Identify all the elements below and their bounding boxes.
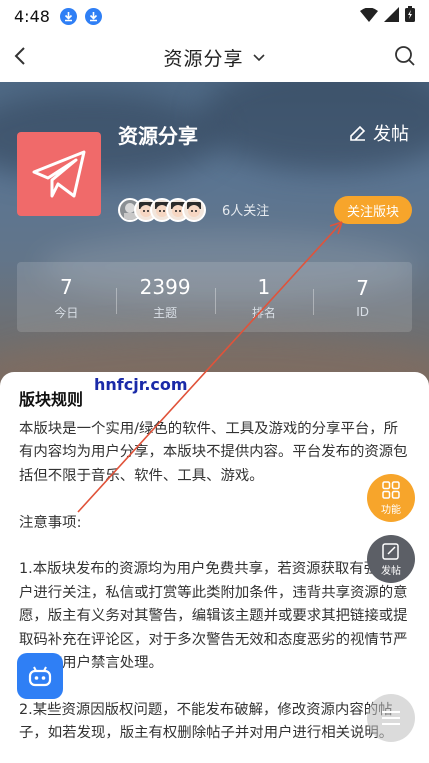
forum-rules-panel: 版块规则 hnfcjr.com 本版块是一个实用/绿色的软件、工具及游戏的分享平… [0,372,429,763]
avatar [182,198,206,222]
status-time: 4:48 [14,6,50,26]
rules-paragraph: 1.本版块发布的资源均为用户免费共享，若资源获取有强制用户进行关注，私信或打赏等… [19,561,408,672]
function-button[interactable]: 功能 [367,474,415,522]
stat-value: 7 [356,276,369,300]
robot-icon [28,666,52,687]
back-arrow-icon[interactable] [10,44,32,72]
follower-avatars[interactable] [118,198,206,222]
rules-paragraph: 2.某些资源因版权问题，不能发布破解，修改资源内容的帖子，如若发现，版主有权删除… [19,701,394,742]
floating-post-label: 发帖 [381,565,401,577]
stat-label: ID [356,305,370,319]
rules-title: 版块规则 [19,390,84,409]
stat-value: 2399 [139,274,191,299]
watermark: hnfcjr.com [94,375,188,394]
stat-today: 7 今日 [17,274,116,321]
forum-hero: 资源分享 发帖 6人关注 关注版块 7 今日 2399 主题 1 排名 7 ID [0,82,429,402]
function-label: 功能 [381,504,401,516]
rules-content: 本版块是一个实用/绿色的软件、工具及游戏的分享平台，所有内容均为用户分享，本版块… [19,418,411,746]
edit-pen-icon [350,125,366,141]
floating-post-button[interactable]: 发帖 [367,535,415,583]
download-icon [84,7,102,25]
new-post-button[interactable]: 发帖 [349,120,409,146]
stat-id: 7 ID [313,275,412,319]
menu-button[interactable] [367,694,415,742]
stat-topics: 2399 主题 [115,274,215,321]
assistant-button[interactable] [17,653,63,699]
signal-icon [384,6,399,26]
stat-label: 今日 [54,305,79,320]
forum-name: 资源分享 [118,124,198,148]
status-bar: 4:48 [0,0,429,32]
search-icon[interactable] [393,44,417,72]
top-bar: 资源分享 [0,32,429,82]
battery-icon [405,6,415,26]
wifi-icon [360,7,378,26]
follow-forum-button[interactable]: 关注版块 [334,196,412,224]
page-title[interactable]: 资源分享 [163,44,243,71]
stat-label: 主题 [153,305,178,320]
stat-value: 7 [60,274,73,299]
forum-stats: 7 今日 2399 主题 1 排名 7 ID [17,262,412,332]
menu-icon [382,711,400,725]
stat-label: 排名 [251,305,276,320]
rules-paragraph: 本版块是一个实用/绿色的软件、工具及游戏的分享平台，所有内容均为用户分享，本版块… [19,421,408,484]
follow-count: 6人关注 [222,204,270,219]
compose-icon [382,542,399,560]
paper-plane-icon [32,150,86,198]
download-icon [59,7,77,25]
chevron-down-icon[interactable] [252,48,266,67]
new-post-label: 发帖 [373,124,409,145]
stat-rank: 1 排名 [214,274,314,321]
stat-value: 1 [257,274,271,299]
rules-paragraph: 注意事项: [19,514,82,531]
grid-icon [382,480,400,499]
forum-logo [17,132,101,216]
